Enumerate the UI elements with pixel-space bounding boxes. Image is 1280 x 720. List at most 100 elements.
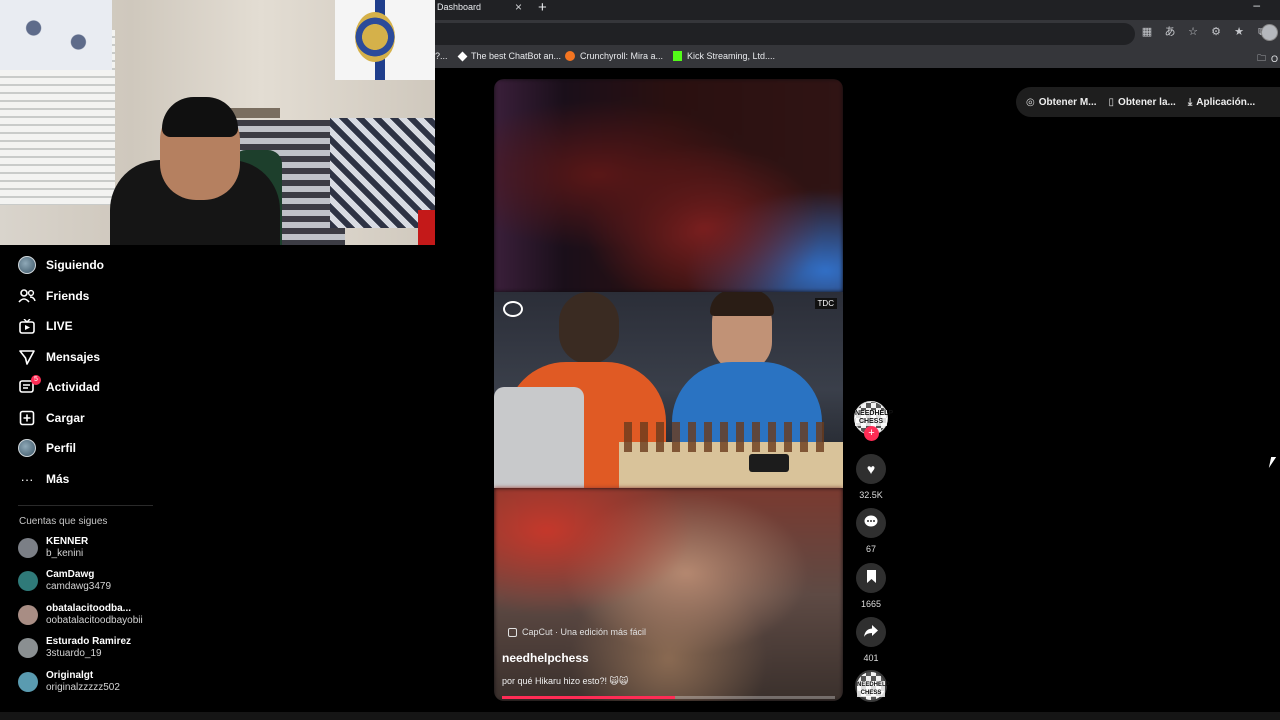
save-button[interactable] <box>856 563 886 593</box>
sidebar-item-actividad[interactable]: 5 Actividad <box>18 375 100 398</box>
following-heading: Cuentas que sigues <box>19 516 108 527</box>
coin-icon: ◎ <box>1026 96 1035 108</box>
tab-title: Dashboard <box>437 2 482 12</box>
extensions-icon[interactable]: ⚙ <box>1209 25 1223 39</box>
tab-bar: Dashboard × + – <box>435 0 1280 20</box>
sidebar-item-label: Más <box>46 472 70 486</box>
bottom-strip <box>0 712 1280 720</box>
creator-avatar-text: NEEDHELP CHESS <box>855 410 894 426</box>
bookmark-label: ?... <box>435 51 448 61</box>
sidebar-item-cargar[interactable]: Cargar <box>18 407 85 429</box>
bookmark-kick[interactable]: Kick Streaming, Ltd.... <box>673 51 775 61</box>
favorites-icon[interactable]: ★ <box>1232 25 1246 39</box>
apps-icon[interactable]: ▦ <box>1140 25 1154 39</box>
video-author[interactable]: needhelpchess <box>502 651 589 665</box>
tab-close-icon[interactable]: × <box>515 0 522 14</box>
heart-icon: ♥ <box>866 461 876 477</box>
comment-button[interactable] <box>856 508 886 538</box>
sidebar-item-mensajes[interactable]: Mensajes <box>18 346 100 368</box>
bookmarks-bar: ?... The best ChatBot an... Crunchyroll:… <box>435 47 1280 68</box>
account-handle: originalzzzzz502 <box>46 682 120 693</box>
get-app-button[interactable]: ▯ Obtener la... <box>1109 97 1176 108</box>
like-button[interactable]: ♥ <box>856 454 886 484</box>
event-logo-icon <box>503 301 523 317</box>
sidebar-item-label: LIVE <box>46 319 73 333</box>
avatar <box>18 538 38 558</box>
account-name: CamDawg <box>46 569 95 580</box>
pill-label: Obtener la... <box>1118 96 1176 108</box>
live-icon <box>18 317 36 335</box>
share-button[interactable] <box>856 617 886 647</box>
translate-icon[interactable]: あ <box>1163 25 1177 39</box>
avatar <box>18 605 38 625</box>
following-account[interactable]: Esturado Ramirez 3stuardo_19 <box>18 634 131 662</box>
account-name: obatalacitoodba... <box>46 603 132 614</box>
new-tab-button[interactable]: + <box>538 0 547 16</box>
bookmark-icon <box>866 570 877 586</box>
profile-icon <box>18 439 36 457</box>
star-icon[interactable]: ☆ <box>1186 25 1200 39</box>
account-handle: oobatalacitoodbayobii <box>46 615 143 626</box>
sidebar-item-siguiendo[interactable]: Siguiendo <box>18 254 104 276</box>
comment-icon <box>864 515 878 531</box>
sidebar-item-label: Friends <box>46 289 90 303</box>
bookmark-label: O <box>1271 54 1279 64</box>
get-coins-button[interactable]: ◎ Obtener M... <box>1026 97 1097 108</box>
following-account[interactable]: KENNER b_kenini <box>18 534 88 562</box>
address-bar: ▦ あ ☆ ⚙ ★ ⧉ <box>435 20 1280 47</box>
minimize-button[interactable]: – <box>1253 0 1260 12</box>
video-blur-top <box>494 79 843 292</box>
bookmark-item[interactable]: ?... <box>435 51 448 61</box>
player-right-hair <box>710 292 774 316</box>
sidebar-item-friends[interactable]: Friends <box>18 285 89 307</box>
chair <box>494 387 584 488</box>
capcut-tag[interactable]: CapCut · Una edición más fácil <box>508 627 646 637</box>
bookmark-crunchyroll[interactable]: Crunchyroll: Mira a... <box>565 51 663 61</box>
chess-clip: TDC <box>494 292 843 488</box>
bookmark-label: Crunchyroll: Mira a... <box>580 51 664 61</box>
bookmark-folder[interactable]: 🗀 O <box>1257 51 1278 67</box>
avatar-icon <box>18 256 36 274</box>
activity-icon: 5 <box>18 375 41 396</box>
capcut-label: CapCut · Una edición más fácil <box>522 627 647 637</box>
follow-button[interactable]: + <box>864 426 879 441</box>
upload-icon <box>18 409 36 427</box>
sidebar-item-perfil[interactable]: Perfil <box>18 437 76 459</box>
curtain <box>0 0 112 70</box>
sidebar-item-label: Perfil <box>46 441 77 455</box>
kick-icon <box>673 51 682 61</box>
webcam-overlay <box>0 0 435 245</box>
bookmark-chatbot[interactable]: The best ChatBot an... <box>457 51 561 61</box>
comment-count: 67 <box>865 544 876 554</box>
video-caption: por qué Hikaru hizo esto?! 🙀🙀 <box>502 676 629 686</box>
tab-dashboard[interactable]: Dashboard × <box>435 0 530 20</box>
account-handle: 3stuardo_19 <box>46 648 102 659</box>
share-count: 401 <box>863 653 879 663</box>
video-progress-bar[interactable] <box>502 696 835 699</box>
account-name: KENNER <box>46 536 89 547</box>
capcut-icon <box>508 627 517 637</box>
avatar <box>18 638 38 658</box>
share-icon <box>864 624 878 640</box>
url-field[interactable] <box>435 23 1135 45</box>
account-handle: camdawg3479 <box>46 581 112 592</box>
following-account[interactable]: obatalacitoodba... oobatalacitoodbayobii <box>18 601 143 629</box>
account-name: Esturado Ramirez <box>46 636 132 647</box>
video-blur-bottom <box>494 488 843 701</box>
following-account[interactable]: Originalgt originalzzzzz502 <box>18 668 120 696</box>
sidebar-divider <box>18 505 153 506</box>
sidebar-item-live[interactable]: LIVE <box>18 315 73 337</box>
diamond-icon <box>457 51 468 61</box>
video-progress-fill <box>502 696 676 699</box>
music-disc-text: NEEDHELP CHESS <box>857 681 890 697</box>
download-app-button[interactable]: ⤓ Aplicación... <box>1188 97 1255 108</box>
music-disc[interactable]: NEEDHELP CHESS <box>855 670 890 702</box>
account-handle: b_kenini <box>46 548 84 559</box>
more-icon: ··· <box>20 471 34 487</box>
following-account[interactable]: CamDawg camdawg3479 <box>18 567 111 595</box>
profile-avatar[interactable] <box>1261 24 1278 41</box>
video-player[interactable]: TDC CapCut · Una edición más fácil needh… <box>494 79 843 701</box>
chess-pieces <box>624 422 824 452</box>
sidebar-item-label: Siguiendo <box>46 258 104 272</box>
sidebar-item-mas[interactable]: ··· Más <box>18 468 70 490</box>
